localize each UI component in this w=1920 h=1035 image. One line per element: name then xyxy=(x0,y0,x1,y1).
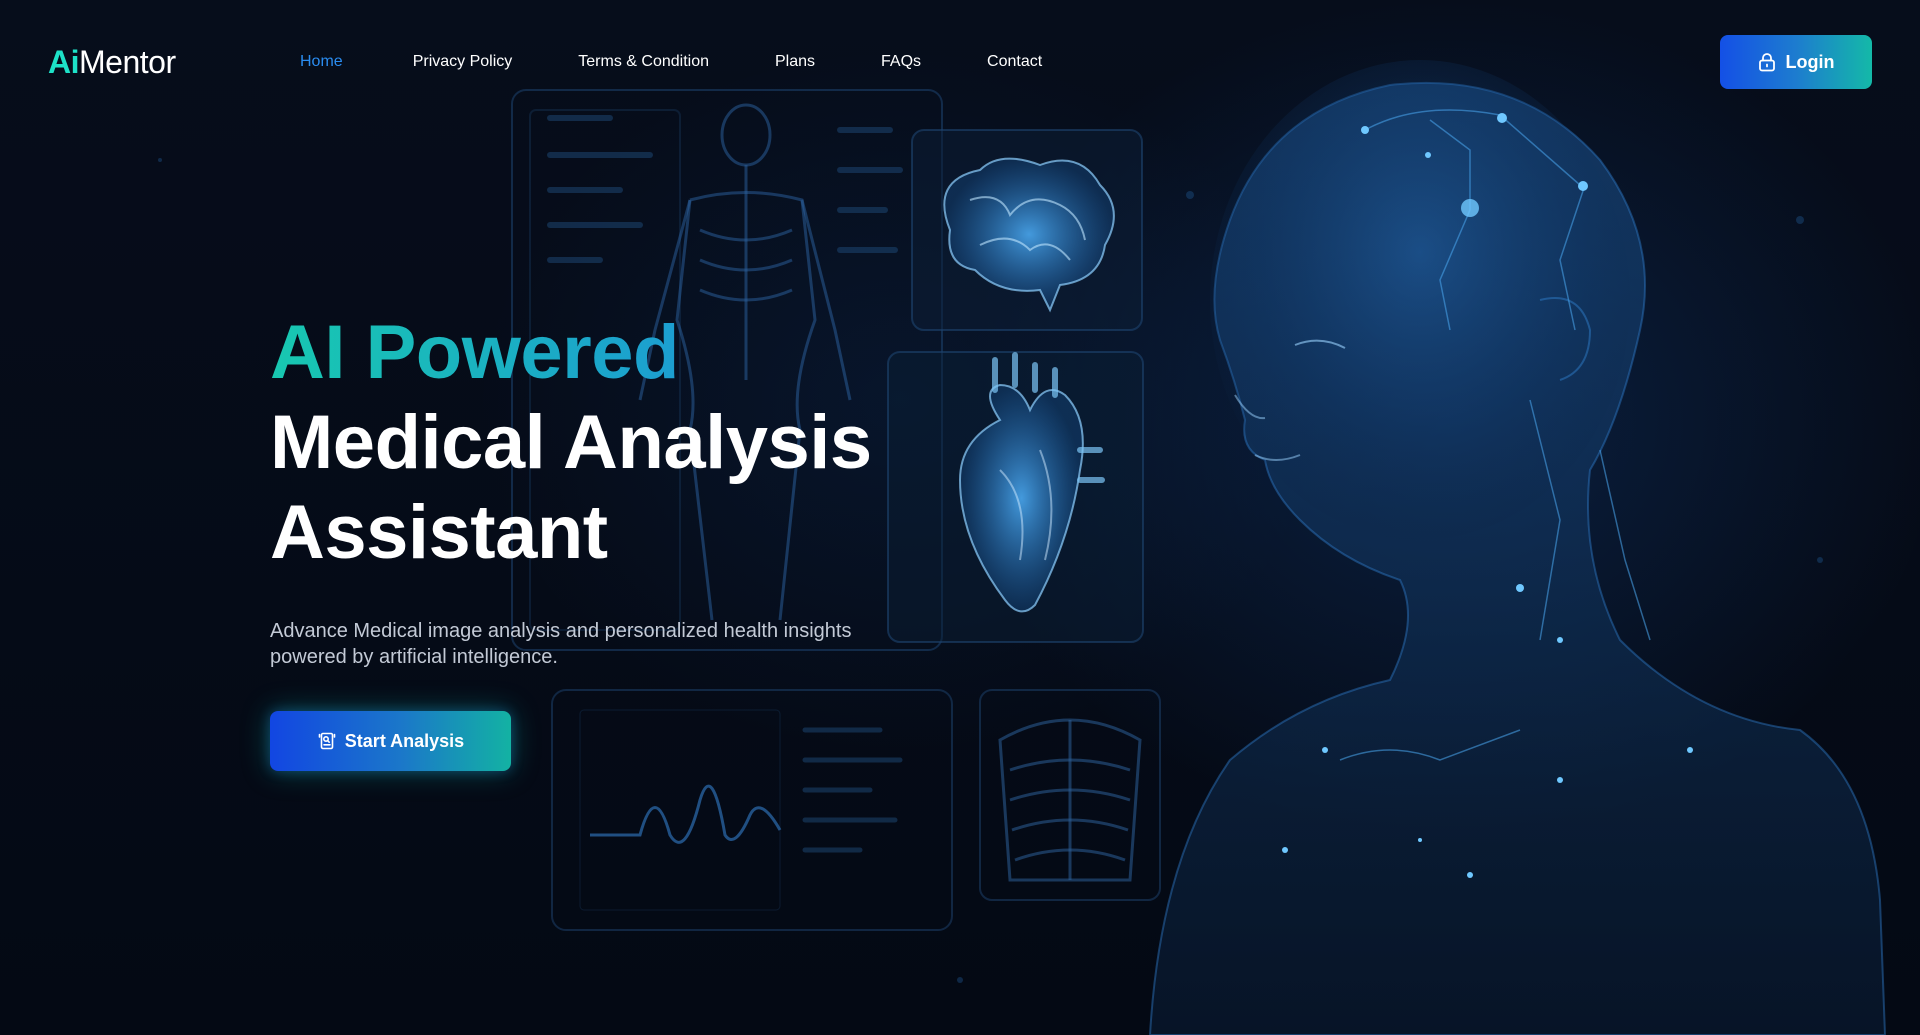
start-analysis-label: Start Analysis xyxy=(344,730,465,751)
heart-icon xyxy=(958,352,1105,613)
hero-title-line2: Medical Analysis xyxy=(270,400,872,485)
login-label: Login xyxy=(1785,51,1835,72)
hero-title-highlight: AI Powered xyxy=(270,308,970,398)
brand-logo[interactable]: AiMentor xyxy=(48,42,176,82)
lock-icon xyxy=(1758,53,1775,72)
ecg-line xyxy=(590,784,782,844)
logo-ai: Ai xyxy=(48,44,80,80)
nav-terms-condition[interactable]: Terms & Condition xyxy=(578,52,709,72)
logo-mentor: Mentor xyxy=(79,44,176,80)
brain-icon xyxy=(943,157,1115,313)
nav-contact[interactable]: Contact xyxy=(987,52,1042,72)
nav-faqs[interactable]: FAQs xyxy=(881,52,921,72)
hero-subtitle: Advance Medical image analysis and perso… xyxy=(270,620,852,668)
ribcage-icon xyxy=(998,718,1142,882)
document-scan-icon xyxy=(318,732,336,750)
nav-plans[interactable]: Plans xyxy=(775,52,815,72)
main-nav: Home Privacy Policy Terms & Condition Pl… xyxy=(300,52,1042,72)
nav-home[interactable]: Home xyxy=(300,52,343,72)
ai-head-figure xyxy=(1148,60,1887,1035)
landing-page: AiMentor Home Privacy Policy Terms & Con… xyxy=(0,0,1920,1035)
data-lines xyxy=(547,115,903,263)
top-navbar: AiMentor Home Privacy Policy Terms & Con… xyxy=(0,0,1920,124)
nav-privacy-policy[interactable]: Privacy Policy xyxy=(413,52,513,72)
hero-title: AI Powered Medical Analysis Assistant xyxy=(270,308,970,578)
hero-title-line3: Assistant xyxy=(270,490,608,575)
start-analysis-button[interactable]: Start Analysis xyxy=(270,711,511,771)
login-button[interactable]: Login xyxy=(1720,35,1872,89)
